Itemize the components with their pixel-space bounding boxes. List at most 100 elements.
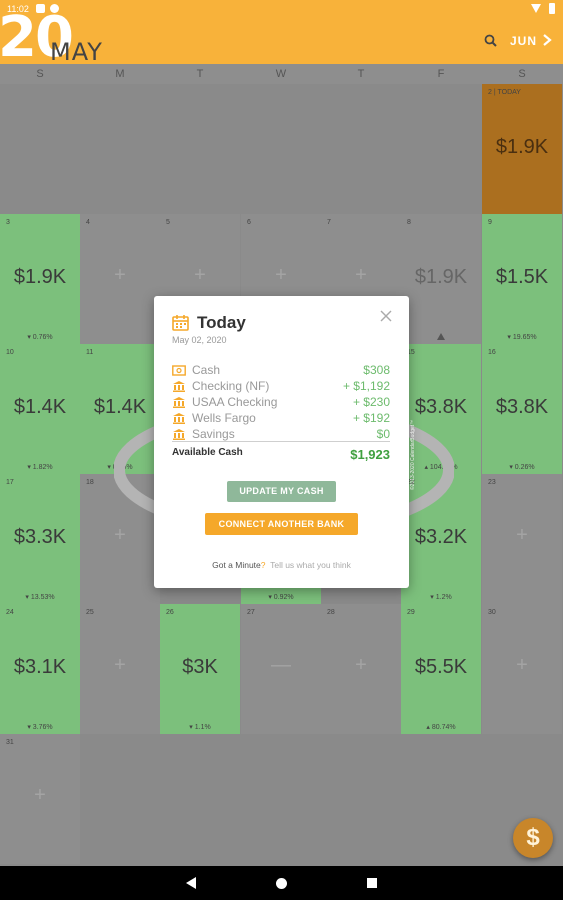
- day-number: 4: [86, 219, 90, 226]
- back-icon[interactable]: [186, 877, 196, 889]
- day-change: ▾ 0.26%: [509, 464, 535, 471]
- account-value: + $230: [352, 395, 390, 409]
- day-change: ▴ 80.74%: [426, 724, 456, 731]
- day-number: 25: [86, 609, 94, 616]
- feedback-prompt: Got a Minute? Tell us what you think: [154, 560, 409, 570]
- cash-icon: [172, 365, 186, 376]
- available-cash-label: Available Cash: [172, 447, 243, 458]
- day-change: ▾ 1.1%: [189, 724, 211, 731]
- day-amount: $3.1K: [13, 656, 67, 678]
- day-number: 28: [327, 609, 335, 616]
- day-cell[interactable]: 9 $1.5K ▾ 19.65%: [482, 214, 562, 344]
- weekday-label: S: [518, 68, 526, 80]
- day-change: ▾ 0.76%: [27, 334, 53, 341]
- update-cash-button[interactable]: UPDATE MY CASH: [227, 481, 336, 502]
- bank-icon: [173, 413, 185, 424]
- day-number: 3: [6, 219, 10, 226]
- home-icon[interactable]: [276, 878, 287, 889]
- add-icon[interactable]: +: [160, 264, 240, 287]
- day-cell[interactable]: 16 $3.8K ▾ 0.26%: [482, 344, 562, 474]
- bank-icon: [173, 397, 185, 408]
- weekday-label: F: [437, 68, 445, 80]
- day-amount: $5.5K: [414, 656, 468, 678]
- day-cell[interactable]: 29 $5.5K ▴ 80.74%: [401, 604, 481, 734]
- day-cell[interactable]: 3 $1.9K ▾ 0.76%: [0, 214, 80, 344]
- dialog-title: Today: [197, 313, 246, 332]
- day-cell[interactable]: 17 $3.3K ▾ 13.53%: [0, 474, 80, 604]
- day-amount: $3.3K: [13, 526, 67, 548]
- add-cash-fab[interactable]: $: [513, 818, 553, 858]
- day-number: 9: [488, 219, 492, 226]
- day-number: 27: [247, 609, 255, 616]
- divider: [172, 441, 390, 442]
- day-cell[interactable]: 26 $3K ▾ 1.1%: [160, 604, 240, 734]
- feedback-prefix: Got a Minute: [212, 560, 261, 570]
- add-icon[interactable]: +: [482, 524, 562, 547]
- day-number: 23: [488, 479, 496, 486]
- feedback-link[interactable]: Tell us what you think: [270, 560, 351, 570]
- account-row[interactable]: Checking (NF) + $1,192: [172, 379, 390, 395]
- account-name: Savings: [192, 427, 235, 441]
- day-change: ▾ 1.2%: [430, 594, 452, 601]
- account-name: USAA Checking: [192, 395, 278, 409]
- today-summary-dialog: Today May 02, 2020 Cash $308 Checking (N…: [154, 296, 409, 588]
- day-cell[interactable]: 25 +: [80, 604, 160, 734]
- copyright-text: ©2013-2020 CalendarBudget™: [410, 419, 416, 490]
- weekday-label: T: [196, 68, 204, 80]
- bank-icon: [173, 429, 185, 440]
- day-cell-today[interactable]: 2 | TODAY $1.9K: [482, 84, 562, 214]
- calendar-icon: [172, 315, 189, 331]
- add-icon[interactable]: +: [80, 654, 160, 677]
- add-icon[interactable]: +: [0, 784, 80, 807]
- add-icon[interactable]: +: [241, 264, 321, 287]
- weekday-label: T: [357, 68, 365, 80]
- close-icon[interactable]: [379, 309, 393, 323]
- account-name: Cash: [192, 363, 221, 377]
- day-number: 17: [6, 479, 14, 486]
- day-change: ▾ 0.92%: [268, 594, 294, 601]
- day-number: 26: [166, 609, 174, 616]
- add-icon[interactable]: +: [482, 654, 562, 677]
- add-icon[interactable]: +: [321, 264, 401, 287]
- day-number: 16: [488, 349, 496, 356]
- day-cell[interactable]: 31 +: [0, 734, 80, 864]
- day-cell[interactable]: 23 +: [482, 474, 562, 604]
- day-number: 29: [407, 609, 415, 616]
- account-value: + $192: [352, 411, 390, 425]
- day-cell[interactable]: 27 —: [241, 604, 321, 734]
- month-title[interactable]: MAY: [50, 38, 103, 66]
- day-number: 10: [6, 349, 14, 356]
- day-number: 18: [86, 479, 94, 486]
- search-icon[interactable]: [484, 34, 497, 47]
- account-row-cash[interactable]: Cash $308: [172, 363, 390, 379]
- status-bar: 11:02: [0, 0, 563, 18]
- account-row[interactable]: Wells Fargo + $192: [172, 411, 390, 427]
- add-icon[interactable]: +: [80, 264, 160, 287]
- day-amount: $1.9K: [13, 266, 67, 288]
- recents-icon[interactable]: [367, 878, 377, 888]
- day-cell[interactable]: 28 +: [321, 604, 401, 734]
- day-cell[interactable]: 24 $3.1K ▾ 3.76%: [0, 604, 80, 734]
- day-cell[interactable]: 8 $1.9K: [401, 214, 481, 344]
- weekday-header: S M T W T F S: [0, 64, 563, 84]
- day-number: 2 | TODAY: [488, 89, 521, 96]
- warning-icon: [437, 333, 445, 340]
- day-cell[interactable]: 10 $1.4K ▾ 1.82%: [0, 344, 80, 474]
- day-cell[interactable]: 30 +: [482, 604, 562, 734]
- add-icon[interactable]: +: [321, 654, 401, 677]
- next-month-button[interactable]: JUN: [510, 34, 537, 48]
- available-cash-value: $1,923: [350, 447, 390, 462]
- day-cell[interactable]: 4 +: [80, 214, 160, 344]
- day-amount: $1.9K: [495, 136, 549, 158]
- account-row[interactable]: USAA Checking + $230: [172, 395, 390, 411]
- day-number: 30: [488, 609, 496, 616]
- system-nav-bar: [0, 866, 563, 900]
- connect-bank-button[interactable]: CONNECT ANOTHER BANK: [205, 513, 358, 535]
- account-value: + $1,192: [342, 379, 390, 393]
- day-amount: $1.4K: [13, 396, 67, 418]
- day-number: 31: [6, 739, 14, 746]
- minus-icon[interactable]: —: [241, 654, 321, 677]
- bank-icon: [173, 381, 185, 392]
- chevron-right-icon[interactable]: [541, 33, 553, 47]
- weekday-label: S: [36, 68, 44, 80]
